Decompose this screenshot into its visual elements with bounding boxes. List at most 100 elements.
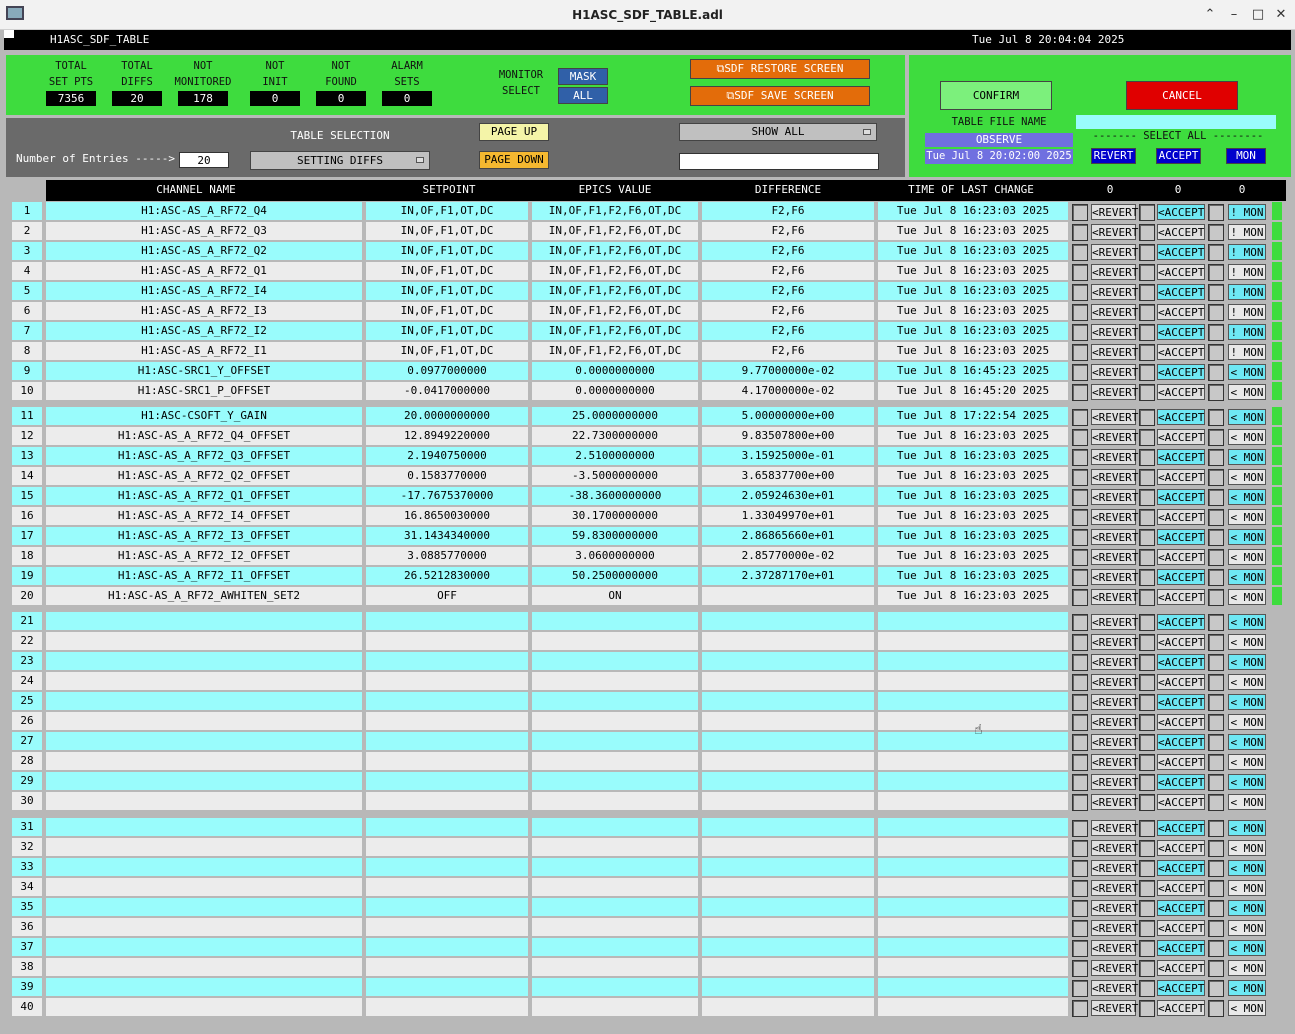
mon-checkbox[interactable] bbox=[1208, 940, 1224, 957]
revert-checkbox[interactable] bbox=[1072, 529, 1088, 546]
accept-checkbox[interactable] bbox=[1139, 264, 1155, 281]
accept-checkbox[interactable] bbox=[1139, 754, 1155, 771]
revert-button[interactable]: <REVERT bbox=[1091, 1000, 1138, 1016]
accept-checkbox[interactable] bbox=[1139, 900, 1155, 917]
revert-checkbox[interactable] bbox=[1072, 754, 1088, 771]
accept-checkbox[interactable] bbox=[1139, 840, 1155, 857]
mon-button[interactable]: < MON bbox=[1228, 940, 1266, 956]
accept-checkbox[interactable] bbox=[1139, 364, 1155, 381]
revert-button[interactable]: <REVERT bbox=[1091, 409, 1138, 425]
mon-checkbox[interactable] bbox=[1208, 364, 1224, 381]
mon-button[interactable]: < MON bbox=[1228, 509, 1266, 525]
revert-button[interactable]: <REVERT bbox=[1091, 980, 1138, 996]
mon-checkbox[interactable] bbox=[1208, 900, 1224, 917]
revert-button[interactable]: <REVERT bbox=[1091, 860, 1138, 876]
mon-button[interactable]: < MON bbox=[1228, 449, 1266, 465]
mon-button[interactable]: < MON bbox=[1228, 589, 1266, 605]
revert-button[interactable]: <REVERT bbox=[1091, 940, 1138, 956]
mon-checkbox[interactable] bbox=[1208, 549, 1224, 566]
mask-button[interactable]: MASK bbox=[558, 68, 608, 85]
accept-checkbox[interactable] bbox=[1139, 384, 1155, 401]
accept-button[interactable]: <ACCEPT bbox=[1157, 449, 1205, 465]
revert-button[interactable]: <REVERT bbox=[1091, 224, 1138, 240]
revert-checkbox[interactable] bbox=[1072, 384, 1088, 401]
mon-button[interactable]: < MON bbox=[1228, 754, 1266, 770]
close-icon[interactable]: ✕ bbox=[1272, 6, 1290, 24]
revert-button[interactable]: <REVERT bbox=[1091, 364, 1138, 380]
mon-checkbox[interactable] bbox=[1208, 774, 1224, 791]
accept-button[interactable]: <ACCEPT bbox=[1157, 204, 1205, 220]
accept-button[interactable]: <ACCEPT bbox=[1157, 409, 1205, 425]
revert-button[interactable]: <REVERT bbox=[1091, 900, 1138, 916]
minimize-icon[interactable]: – bbox=[1225, 6, 1243, 24]
sdf-save-screen-button[interactable]: ⧉SDF SAVE SCREEN bbox=[690, 86, 870, 106]
cancel-button[interactable]: CANCEL bbox=[1126, 81, 1238, 110]
accept-checkbox[interactable] bbox=[1139, 324, 1155, 341]
mon-checkbox[interactable] bbox=[1208, 734, 1224, 751]
revert-button[interactable]: <REVERT bbox=[1091, 774, 1138, 790]
mon-checkbox[interactable] bbox=[1208, 840, 1224, 857]
mon-button[interactable]: < MON bbox=[1228, 364, 1266, 380]
mon-button[interactable]: < MON bbox=[1228, 634, 1266, 650]
accept-checkbox[interactable] bbox=[1139, 409, 1155, 426]
revert-button[interactable]: <REVERT bbox=[1091, 429, 1138, 445]
revert-button[interactable]: <REVERT bbox=[1091, 569, 1138, 585]
accept-checkbox[interactable] bbox=[1139, 734, 1155, 751]
revert-checkbox[interactable] bbox=[1072, 820, 1088, 837]
accept-checkbox[interactable] bbox=[1139, 674, 1155, 691]
revert-button[interactable]: <REVERT bbox=[1091, 754, 1138, 770]
mon-checkbox[interactable] bbox=[1208, 284, 1224, 301]
revert-button[interactable]: <REVERT bbox=[1091, 820, 1138, 836]
mon-checkbox[interactable] bbox=[1208, 674, 1224, 691]
accept-button[interactable]: <ACCEPT bbox=[1157, 794, 1205, 810]
select-all-mon-button[interactable]: MON bbox=[1226, 148, 1266, 164]
revert-checkbox[interactable] bbox=[1072, 614, 1088, 631]
select-all-accept-button[interactable]: ACCEPT bbox=[1156, 148, 1201, 164]
mon-checkbox[interactable] bbox=[1208, 754, 1224, 771]
accept-checkbox[interactable] bbox=[1139, 589, 1155, 606]
revert-button[interactable]: <REVERT bbox=[1091, 204, 1138, 220]
confirm-button[interactable]: CONFIRM bbox=[940, 81, 1052, 110]
mon-checkbox[interactable] bbox=[1208, 449, 1224, 466]
mon-button[interactable]: ! MON bbox=[1228, 304, 1266, 320]
mon-button[interactable]: < MON bbox=[1228, 569, 1266, 585]
mon-button[interactable]: < MON bbox=[1228, 384, 1266, 400]
revert-checkbox[interactable] bbox=[1072, 204, 1088, 221]
mon-button[interactable]: ! MON bbox=[1228, 244, 1266, 260]
revert-button[interactable]: <REVERT bbox=[1091, 589, 1138, 605]
revert-button[interactable]: <REVERT bbox=[1091, 324, 1138, 340]
mon-button[interactable]: < MON bbox=[1228, 614, 1266, 630]
accept-button[interactable]: <ACCEPT bbox=[1157, 569, 1205, 585]
mon-checkbox[interactable] bbox=[1208, 384, 1224, 401]
mon-button[interactable]: < MON bbox=[1228, 840, 1266, 856]
revert-button[interactable]: <REVERT bbox=[1091, 960, 1138, 976]
mon-checkbox[interactable] bbox=[1208, 820, 1224, 837]
mon-checkbox[interactable] bbox=[1208, 634, 1224, 651]
revert-button[interactable]: <REVERT bbox=[1091, 880, 1138, 896]
accept-checkbox[interactable] bbox=[1139, 940, 1155, 957]
revert-checkbox[interactable] bbox=[1072, 569, 1088, 586]
revert-checkbox[interactable] bbox=[1072, 714, 1088, 731]
mon-button[interactable]: < MON bbox=[1228, 674, 1266, 690]
mon-button[interactable]: < MON bbox=[1228, 920, 1266, 936]
revert-checkbox[interactable] bbox=[1072, 900, 1088, 917]
revert-button[interactable]: <REVERT bbox=[1091, 794, 1138, 810]
all-button[interactable]: ALL bbox=[558, 87, 608, 104]
mon-checkbox[interactable] bbox=[1208, 204, 1224, 221]
mon-checkbox[interactable] bbox=[1208, 589, 1224, 606]
revert-button[interactable]: <REVERT bbox=[1091, 529, 1138, 545]
mon-button[interactable]: < MON bbox=[1228, 529, 1266, 545]
accept-checkbox[interactable] bbox=[1139, 614, 1155, 631]
accept-button[interactable]: <ACCEPT bbox=[1157, 224, 1205, 240]
accept-button[interactable]: <ACCEPT bbox=[1157, 880, 1205, 896]
revert-button[interactable]: <REVERT bbox=[1091, 469, 1138, 485]
accept-button[interactable]: <ACCEPT bbox=[1157, 264, 1205, 280]
accept-checkbox[interactable] bbox=[1139, 654, 1155, 671]
mon-checkbox[interactable] bbox=[1208, 654, 1224, 671]
accept-checkbox[interactable] bbox=[1139, 489, 1155, 506]
table-selection-dropdown[interactable]: SETTING DIFFS bbox=[250, 151, 430, 170]
mon-button[interactable]: < MON bbox=[1228, 734, 1266, 750]
mon-button[interactable]: ! MON bbox=[1228, 204, 1266, 220]
revert-button[interactable]: <REVERT bbox=[1091, 449, 1138, 465]
mon-button[interactable]: < MON bbox=[1228, 880, 1266, 896]
